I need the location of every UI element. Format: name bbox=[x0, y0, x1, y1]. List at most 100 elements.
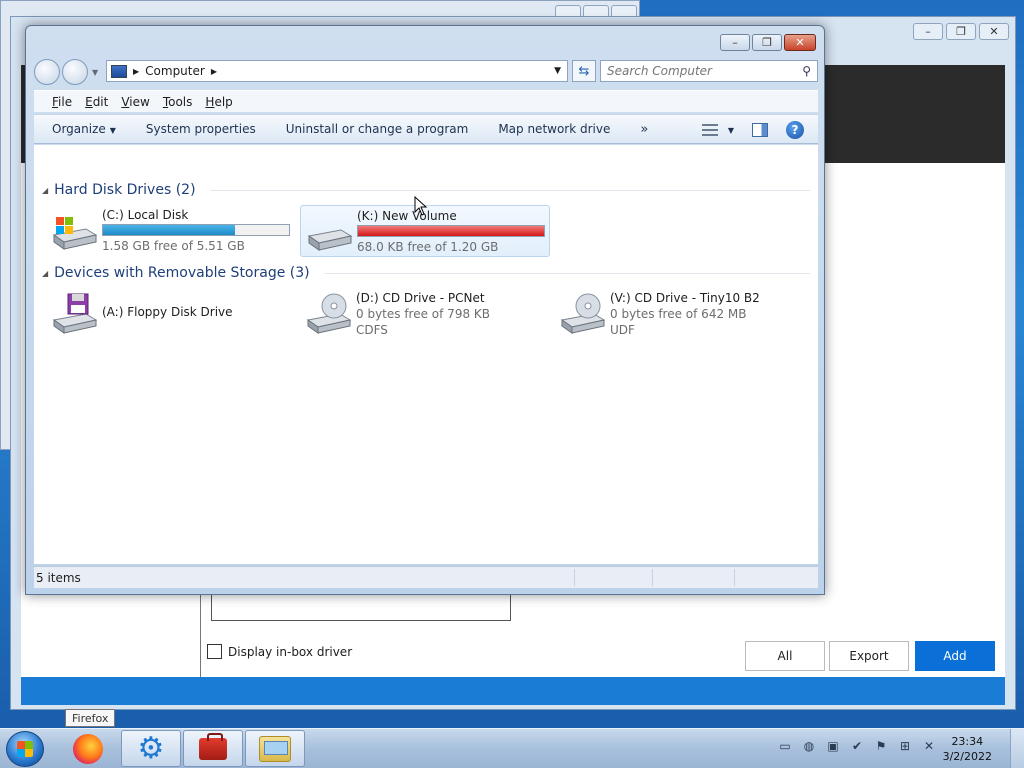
checkbox-box[interactable] bbox=[207, 644, 222, 659]
action-center-flag-icon[interactable]: ⚑ bbox=[874, 739, 888, 753]
menu-file[interactable]: File bbox=[52, 95, 72, 109]
gear-icon: ⚙ bbox=[137, 730, 165, 766]
collapse-triangle-icon[interactable]: ◢ bbox=[42, 186, 48, 195]
network-icon[interactable]: ⊞ bbox=[898, 739, 912, 753]
drive-free-space: 0 bytes free of 798 KB bbox=[356, 307, 490, 321]
change-view-button[interactable]: ▼ bbox=[701, 124, 734, 136]
search-icon: ⚲ bbox=[802, 64, 811, 78]
toolbox-icon bbox=[199, 732, 227, 760]
help-icon[interactable]: ? bbox=[786, 121, 804, 139]
back-button[interactable] bbox=[34, 59, 60, 85]
chevron-down-icon: ▼ bbox=[727, 125, 734, 135]
map-network-drive-button[interactable]: Map network drive bbox=[498, 122, 610, 136]
device-icon[interactable]: ▣ bbox=[826, 739, 840, 753]
group-title: Hard Disk Drives (2) bbox=[54, 182, 196, 198]
drive-item-d[interactable]: (D:) CD Drive - PCNet 0 bytes free of 79… bbox=[300, 288, 550, 340]
display-inbox-driver-checkbox[interactable]: Display in-box driver bbox=[207, 644, 352, 659]
drive-filesystem: UDF bbox=[610, 323, 635, 337]
drive-item-v[interactable]: (V:) CD Drive - Tiny10 B2 0 bytes free o… bbox=[554, 288, 804, 340]
app-maximize-button[interactable]: ❐ bbox=[946, 23, 976, 40]
app-close-button[interactable]: ✕ bbox=[979, 23, 1009, 40]
organize-button[interactable]: Organize ▼ bbox=[52, 122, 116, 136]
status-bar: 5 items bbox=[34, 566, 818, 588]
explorer-window: – ❐ ✕ ▼ ▶ Computer ▶ ▼ ⇆ ⚲ File Edit Vie… bbox=[25, 25, 825, 595]
drive-info: (V:) CD Drive - Tiny10 B2 0 bytes free o… bbox=[610, 290, 760, 338]
menu-edit[interactable]: Edit bbox=[85, 95, 108, 109]
preview-pane-icon[interactable] bbox=[752, 123, 768, 137]
group-divider bbox=[323, 272, 810, 274]
drive-name: (C:) Local Disk bbox=[102, 208, 189, 222]
app-minimize-button[interactable]: – bbox=[913, 23, 943, 40]
menu-view[interactable]: View bbox=[121, 95, 149, 109]
hard-disk-windows-icon bbox=[52, 217, 98, 250]
firefox-icon bbox=[73, 733, 103, 764]
taskbar-toolbox-app[interactable] bbox=[183, 730, 243, 767]
drive-usage-bar bbox=[102, 224, 290, 236]
address-dropdown-icon[interactable]: ▼ bbox=[554, 66, 561, 76]
drive-free-space: 68.0 KB free of 1.20 GB bbox=[357, 240, 499, 254]
drive-usage-bar bbox=[357, 225, 545, 237]
floppy-drive-icon bbox=[52, 293, 98, 334]
menu-help[interactable]: Help bbox=[205, 95, 232, 109]
checkbox-label: Display in-box driver bbox=[228, 644, 353, 659]
taskbar-explorer[interactable] bbox=[245, 730, 305, 767]
refresh-icon: ⇆ bbox=[578, 63, 590, 79]
minimize-button[interactable]: – bbox=[720, 34, 750, 51]
security-shield-icon[interactable]: ✔ bbox=[850, 739, 864, 753]
drive-name: (K:) New Volume bbox=[357, 209, 457, 223]
group-header-removable[interactable]: ◢ Devices with Removable Storage (3) bbox=[42, 263, 810, 283]
usage-fill bbox=[103, 225, 236, 235]
chevron-down-icon: ▼ bbox=[109, 126, 116, 135]
firefox-tooltip: Firefox bbox=[65, 709, 116, 727]
organize-label: Organize bbox=[52, 122, 106, 136]
status-separator bbox=[652, 569, 653, 586]
breadcrumb-computer[interactable]: Computer bbox=[145, 64, 205, 78]
all-button[interactable]: All bbox=[745, 641, 825, 671]
item-count: 5 items bbox=[36, 570, 81, 585]
breadcrumb-arrow-icon[interactable]: ▶ bbox=[133, 67, 139, 76]
show-desktop-button[interactable] bbox=[1010, 729, 1024, 768]
drive-item-a[interactable]: (A:) Floppy Disk Drive bbox=[46, 288, 296, 340]
recent-pages-dropdown-icon[interactable]: ▼ bbox=[92, 68, 98, 77]
drive-info: (K:) New Volume 68.0 KB free of 1.20 GB bbox=[357, 208, 545, 255]
breadcrumb-arrow-icon[interactable]: ▶ bbox=[211, 67, 217, 76]
clock[interactable]: 23:34 3/2/2022 bbox=[943, 734, 992, 764]
network-globe-icon[interactable]: ◍ bbox=[802, 739, 816, 753]
collapse-triangle-icon[interactable]: ◢ bbox=[42, 269, 48, 278]
menu-tools[interactable]: Tools bbox=[163, 95, 193, 109]
search-input[interactable] bbox=[607, 64, 803, 78]
group-title: Devices with Removable Storage (3) bbox=[54, 265, 310, 281]
drive-info: (D:) CD Drive - PCNet 0 bytes free of 79… bbox=[356, 290, 490, 338]
search-box[interactable]: ⚲ bbox=[600, 60, 818, 82]
forward-button[interactable] bbox=[62, 59, 88, 85]
volume-muted-icon[interactable]: ✕ bbox=[922, 739, 936, 753]
uninstall-program-button[interactable]: Uninstall or change a program bbox=[286, 122, 469, 136]
hard-disk-icon bbox=[307, 229, 353, 251]
system-tray: ▭ ◍ ▣ ✔ ⚑ ⊞ ✕ bbox=[778, 739, 936, 753]
more-commands-button[interactable]: » bbox=[640, 122, 648, 137]
drive-name: (A:) Floppy Disk Drive bbox=[102, 305, 233, 319]
close-button[interactable]: ✕ bbox=[784, 34, 816, 51]
usage-fill bbox=[358, 226, 544, 236]
address-row: ▼ ▶ Computer ▶ ▼ ⇆ ⚲ bbox=[34, 59, 818, 85]
maximize-button[interactable]: ❐ bbox=[752, 34, 782, 51]
drive-info: (A:) Floppy Disk Drive bbox=[102, 290, 233, 320]
group-divider bbox=[209, 189, 810, 191]
nav-buttons: ▼ bbox=[34, 59, 98, 85]
taskbar: ⚙ ▭ ◍ ▣ ✔ ⚑ ⊞ ✕ 23:34 3/2/2022 bbox=[0, 728, 1024, 768]
start-button[interactable] bbox=[6, 731, 44, 767]
address-bar[interactable]: ▶ Computer ▶ ▼ bbox=[106, 60, 568, 82]
keyboard-icon[interactable]: ▭ bbox=[778, 739, 792, 753]
cd-drive-icon bbox=[306, 293, 352, 334]
drive-item-c[interactable]: (C:) Local Disk 1.58 GB free of 5.51 GB bbox=[46, 205, 296, 257]
taskbar-settings-app[interactable]: ⚙ bbox=[121, 730, 181, 767]
cd-drive-icon bbox=[560, 293, 606, 334]
system-properties-button[interactable]: System properties bbox=[146, 122, 256, 136]
taskbar-firefox[interactable] bbox=[58, 730, 118, 767]
refresh-button[interactable]: ⇆ bbox=[572, 60, 596, 82]
drive-filesystem: CDFS bbox=[356, 323, 388, 337]
export-button[interactable]: Export bbox=[829, 641, 909, 671]
status-separator bbox=[734, 569, 735, 586]
command-bar: Organize ▼ System properties Uninstall or… bbox=[34, 114, 818, 144]
add-button[interactable]: Add bbox=[915, 641, 995, 671]
